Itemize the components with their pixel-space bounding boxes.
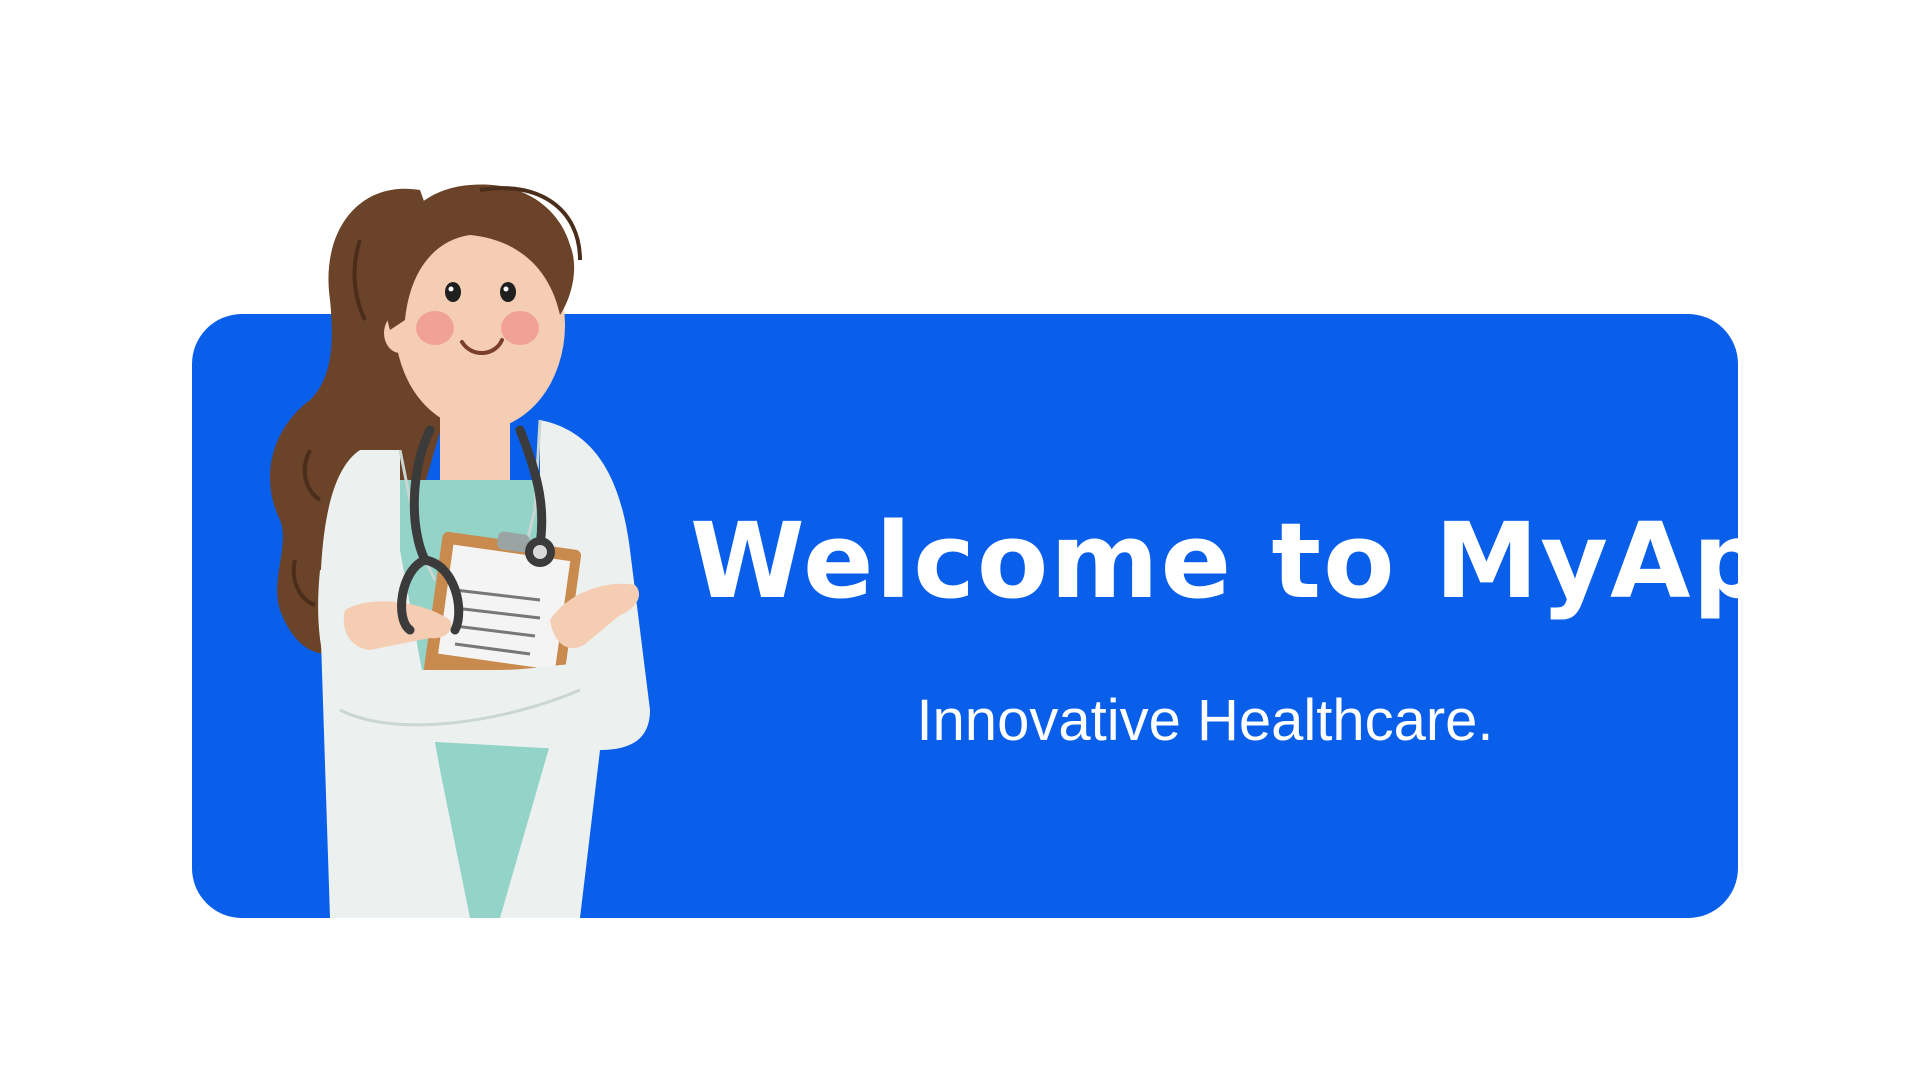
welcome-heading: Welcome to MyApp!	[690, 500, 1895, 622]
doctor-illustration	[250, 150, 710, 918]
tagline-text: Innovative Healthcare.	[916, 688, 1494, 753]
welcome-page: Welcome to MyApp! Innovative Healthcare.	[0, 0, 1920, 1080]
